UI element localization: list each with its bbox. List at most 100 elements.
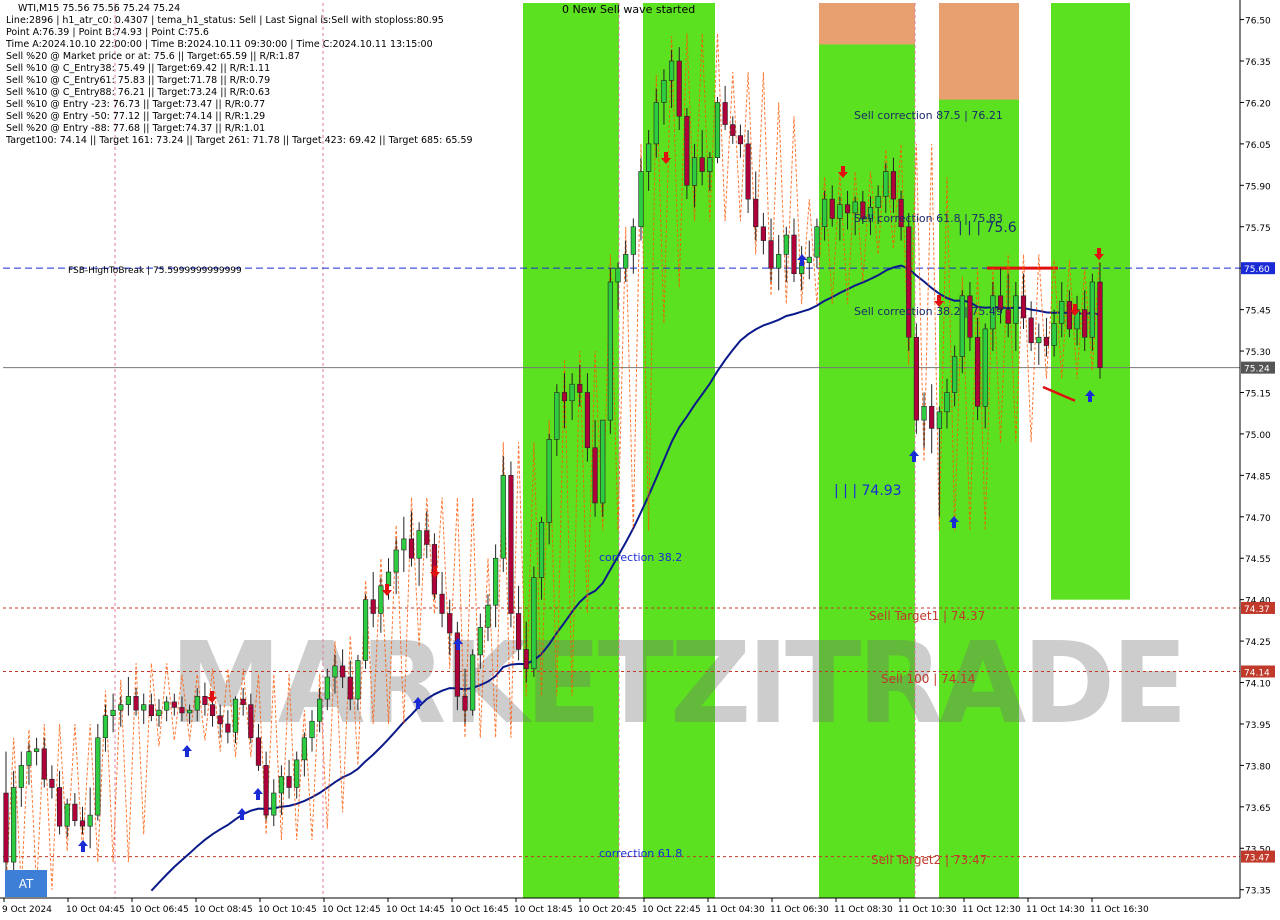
candle-body (875, 196, 881, 208)
candle-body (691, 157, 698, 186)
candle-body (248, 704, 254, 739)
price-tick-label: 74.85 (1245, 472, 1271, 482)
candle-body (745, 143, 751, 200)
candle-body (179, 707, 185, 714)
candle-body (600, 419, 606, 504)
price-tick-label: 76.35 (1245, 58, 1271, 68)
candle-body (883, 171, 889, 197)
price-tag-label: 74.37 (1244, 605, 1270, 615)
price-tick-label: 75.30 (1245, 348, 1271, 358)
time-tick-label: 10 Oct 08:45 (194, 905, 253, 915)
candle-body (707, 157, 713, 172)
wave-zone (939, 3, 1019, 898)
candle-body (294, 759, 300, 788)
sell-correction-382-label: Sell correction 38.2 | 75.49 (854, 305, 1003, 318)
candle-body (623, 254, 629, 269)
candle-body (523, 649, 529, 670)
symbol-line: WTI,M15 75.56 75.56 75.24 75.24 (18, 3, 181, 14)
candle-body (768, 240, 774, 269)
candle-body (630, 226, 636, 255)
candle-body (493, 557, 499, 606)
candle-body (64, 803, 70, 827)
info-line: Point A:76.39 | Point B:74.93 | Point C:… (6, 27, 209, 38)
time-tick-label: 10 Oct 12:45 (322, 905, 381, 915)
candle-body (722, 102, 728, 125)
candle-body (546, 439, 552, 523)
candle-body (936, 411, 942, 429)
candle-body (607, 281, 613, 421)
candle-body (416, 530, 422, 559)
price-tick-label: 76.50 (1245, 17, 1271, 27)
candle-body (753, 198, 759, 228)
price-tick-label: 74.25 (1245, 638, 1271, 648)
candle-body (1020, 295, 1027, 319)
time-tick-label: 10 Oct 20:45 (578, 905, 637, 915)
info-line: Sell %10 @ C_Entry88: 76.21 || Target:73… (6, 87, 271, 98)
candle-body (385, 571, 392, 587)
candle-body (1066, 301, 1072, 330)
candle-body (944, 392, 950, 413)
candle-body (714, 102, 721, 158)
candle-body (286, 776, 292, 788)
at-button[interactable]: AT (5, 870, 47, 897)
candle-body (974, 336, 981, 407)
candle-body (102, 715, 109, 739)
target-zone (819, 3, 915, 45)
price-tick-label: 75.75 (1245, 224, 1271, 234)
candle-body (462, 696, 468, 711)
price-tick-label: 75.15 (1245, 389, 1271, 399)
candle-body (447, 613, 453, 634)
price-tick-label: 74.70 (1245, 514, 1271, 524)
candle-body (554, 392, 560, 440)
candle-body (791, 234, 797, 275)
time-tick-label: 11 Oct 12:30 (962, 905, 1021, 915)
time-tick-label: 10 Oct 18:45 (514, 905, 573, 915)
candle-body (347, 676, 353, 700)
candle-body (110, 709, 116, 716)
candle-body (424, 530, 430, 545)
price-tag-label: 75.24 (1244, 365, 1270, 375)
candle-body (156, 709, 162, 716)
candle-body (515, 613, 522, 650)
candle-body (255, 737, 262, 766)
candle-body (890, 171, 897, 200)
candle-body (921, 406, 927, 421)
info-line: Sell %10 @ Entry -23: 76.73 || Target:73… (6, 99, 266, 110)
candle-body (271, 792, 277, 816)
candle-body (141, 704, 147, 711)
candle-body (837, 204, 843, 219)
candle-body (737, 135, 744, 145)
watermark: MARKETZITRADE (170, 619, 1188, 749)
info-line: Sell %20 @ Entry -88: 77.68 || Target:74… (6, 123, 266, 134)
sell-target1-label: Sell Target1 | 74.37 (869, 609, 985, 623)
price-tick-label: 76.20 (1245, 99, 1271, 109)
candle-body (34, 748, 40, 752)
candle-body (1051, 323, 1057, 346)
candle-body (806, 256, 812, 263)
candle-body (913, 336, 919, 421)
candle-body (1089, 281, 1095, 338)
candle-body (676, 60, 682, 117)
candle-body (1028, 317, 1034, 344)
price-tick-label: 75.00 (1245, 431, 1271, 441)
wave-zone (819, 3, 915, 898)
candle-body (49, 778, 55, 788)
candle-body (164, 701, 170, 711)
candle-body (125, 696, 132, 705)
candle-body (309, 720, 315, 739)
candle-body (79, 820, 86, 827)
time-tick-label: 11 Oct 06:30 (770, 905, 829, 915)
candle-body (538, 522, 545, 578)
candle-body (340, 665, 346, 678)
candle-body (776, 254, 782, 269)
price-tag-label: 73.47 (1244, 854, 1270, 864)
candle-body (508, 475, 514, 614)
candle-body (615, 267, 621, 283)
candle-body (584, 392, 591, 449)
candle-body (87, 814, 93, 827)
candle-body (1097, 281, 1103, 368)
candle-body (324, 676, 330, 700)
time-tick-label: 10 Oct 04:45 (66, 905, 125, 915)
candle-body (401, 538, 407, 551)
candle-body (370, 599, 376, 614)
